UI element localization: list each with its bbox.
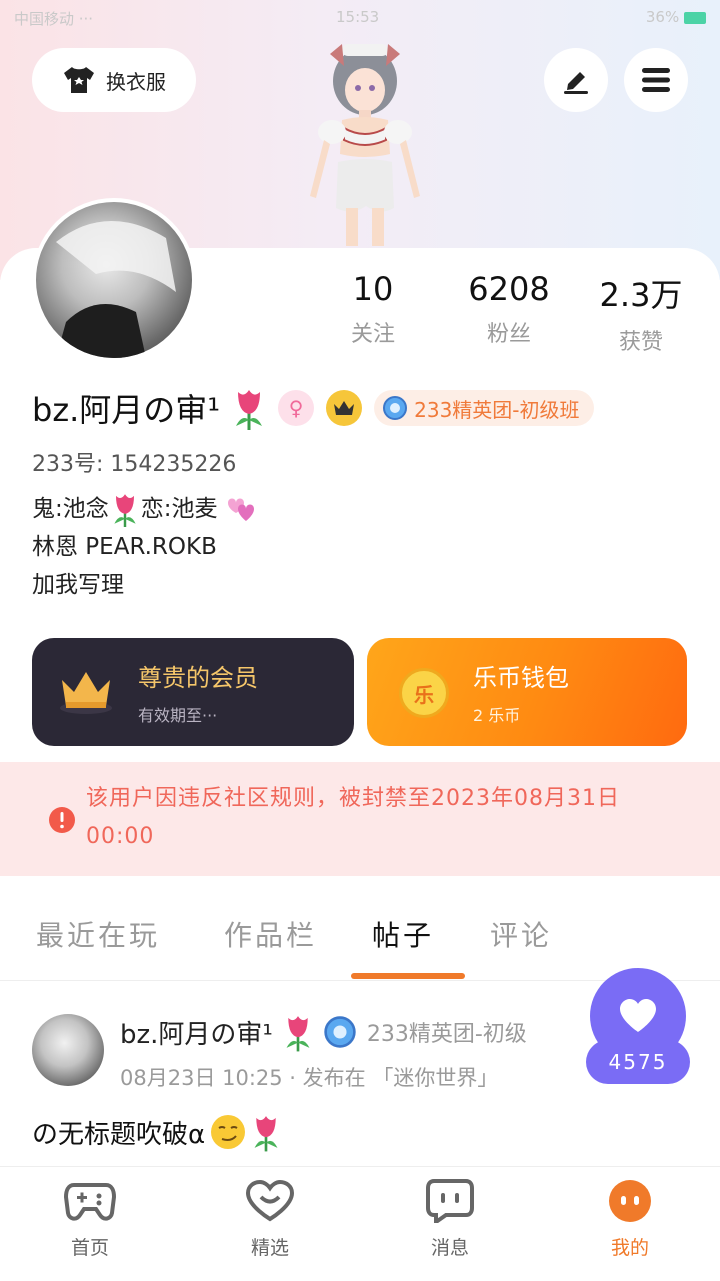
wallet-title: 乐币钱包 — [473, 664, 569, 692]
carrier-text: 中国移动 ··· — [14, 10, 94, 28]
smirk-emoji-icon — [211, 1115, 246, 1149]
nav-home[interactable]: 首页 — [30, 1179, 150, 1260]
character-avatar[interactable] — [290, 36, 440, 248]
likes-label: 获赞 — [618, 330, 663, 355]
ban-notice: 该用户因违反社区规则，被封禁至2023年08月31日 00:00 — [0, 762, 720, 876]
gamepad-icon — [63, 1183, 117, 1221]
pen-icon — [564, 72, 588, 94]
stat-fans[interactable]: 6208 粉丝 — [454, 270, 564, 348]
tab-comments[interactable]: 评论 — [490, 914, 552, 954]
tulip-icon — [236, 390, 263, 430]
active-tab-indicator — [351, 973, 465, 979]
wallet-subtitle: 2 乐币 — [473, 706, 521, 725]
stat-following[interactable]: 10 关注 — [318, 270, 428, 348]
tulip-icon — [114, 494, 136, 527]
change-outfit-label: 换衣服 — [106, 69, 166, 94]
team-medal-icon — [324, 1016, 356, 1048]
post-author-row: bz.阿月の审¹ 233精英团-初级 — [120, 1012, 527, 1052]
name-row: bz.阿月の审¹ ♀ 233精英团-初级班 — [32, 382, 594, 434]
me-face-icon — [609, 1180, 651, 1222]
like-count: 4575 — [586, 1040, 690, 1084]
heart-icon — [620, 999, 656, 1032]
following-count: 10 — [352, 270, 394, 308]
warning-icon — [49, 807, 75, 833]
ban-notice-text: 该用户因违反社区规则，被封禁至2023年08月31日 00:00 — [86, 786, 620, 849]
tab-recent-played[interactable]: 最近在玩 — [36, 914, 160, 954]
nav-home-label: 首页 — [70, 1237, 109, 1259]
bio-line1-a: 鬼:池念 — [32, 496, 109, 522]
tshirt-icon — [64, 67, 94, 93]
coin-icon-char: 乐 — [414, 682, 434, 707]
tab-posts[interactable]: 帖子 — [372, 914, 434, 954]
wallet-card[interactable]: 乐 乐币钱包 2 乐币 — [367, 638, 687, 746]
nav-messages-label: 消息 — [430, 1237, 469, 1259]
female-icon: ♀ — [278, 390, 315, 426]
tab-works[interactable]: 作品栏 — [224, 914, 317, 954]
avatar-image — [56, 220, 176, 358]
fans-label: 粉丝 — [486, 322, 531, 347]
crown-icon — [326, 390, 363, 426]
menu-button[interactable] — [624, 48, 688, 112]
vip-subtitle: 有效期至··· — [138, 706, 218, 725]
bio-line3: 加我写理 — [32, 572, 124, 598]
user-bio: 鬼:池念 恋:池麦 林恩 PEAR.ROKB 加我写理 — [32, 490, 258, 604]
post-author-avatar[interactable] — [32, 1014, 104, 1086]
status-bar: 中国移动 ··· 15:53 36% — [0, 0, 720, 36]
nav-messages[interactable]: 消息 — [390, 1179, 510, 1260]
post-body-text: の无标题吹破α — [32, 1119, 206, 1150]
stat-likes[interactable]: 2.3万 获赞 — [586, 270, 696, 356]
post-meta: 08月23日 10:25 · 发布在 「迷你世界」 — [120, 1066, 499, 1090]
vip-crown-icon — [60, 672, 112, 714]
team-medal-icon — [383, 396, 408, 420]
user-name: bz.阿月の审¹ — [32, 391, 221, 429]
edit-profile-button[interactable] — [544, 48, 608, 112]
following-label: 关注 — [350, 322, 395, 347]
vip-card[interactable]: 尊贵的会员 有效期至··· — [32, 638, 354, 746]
tulip-icon — [286, 1016, 310, 1052]
profile-tabs: 最近在玩 作品栏 帖子 评论 — [0, 900, 720, 980]
post-author-name[interactable]: bz.阿月の审¹ — [120, 1014, 273, 1051]
nav-featured[interactable]: 精选 — [210, 1179, 330, 1260]
heart-outline-icon — [245, 1179, 295, 1222]
nav-featured-label: 精选 — [250, 1237, 289, 1259]
clock: 15:53 — [336, 8, 380, 26]
chat-icon — [426, 1179, 474, 1226]
nav-me[interactable]: 我的 — [570, 1179, 690, 1260]
bio-line2: 林恩 PEAR.ROKB — [32, 534, 217, 560]
two-hearts-icon — [227, 498, 254, 521]
nav-me-label: 我的 — [610, 1237, 649, 1259]
user-avatar[interactable] — [32, 198, 196, 362]
team-badge[interactable]: 233精英团-初级班 — [374, 390, 594, 426]
tulip-icon — [254, 1116, 278, 1152]
post-author-team: 233精英团-初级 — [366, 1022, 527, 1047]
user-id: 233号: 154235226 — [32, 452, 237, 477]
post-body[interactable]: の无标题吹破α — [32, 1112, 281, 1152]
change-outfit-button[interactable]: 换衣服 — [32, 48, 196, 112]
menu-icon — [642, 68, 670, 92]
battery-text: 36% — [646, 8, 706, 26]
likes-count: 2.3万 — [599, 276, 683, 314]
bottom-navigation: 首页 精选 消息 我的 — [0, 1166, 720, 1281]
bio-line1-b: 恋:池麦 — [140, 496, 218, 522]
vip-title: 尊贵的会员 — [138, 664, 258, 692]
coin-icon: 乐 — [399, 668, 449, 718]
team-badge-label: 233精英团-初级班 — [414, 397, 580, 422]
fans-count: 6208 — [468, 270, 550, 308]
